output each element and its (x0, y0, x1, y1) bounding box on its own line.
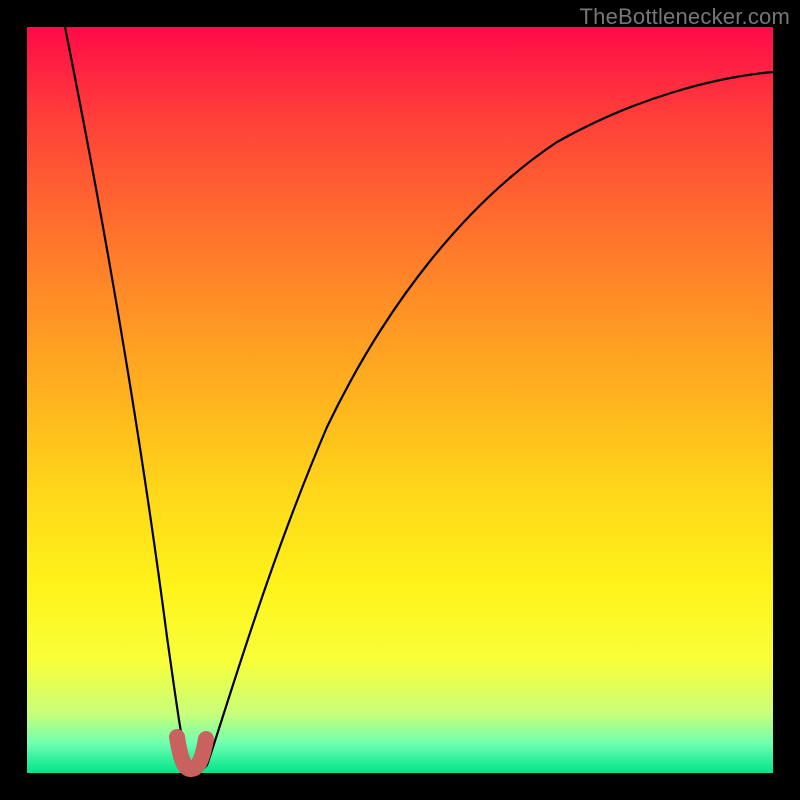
minimum-marker (177, 737, 206, 769)
curve-path (65, 27, 773, 771)
chart-frame: TheBottlenecker.com (0, 0, 800, 800)
watermark-text: TheBottlenecker.com (580, 4, 790, 30)
plot-area (27, 27, 773, 773)
bottleneck-curve (27, 27, 773, 773)
